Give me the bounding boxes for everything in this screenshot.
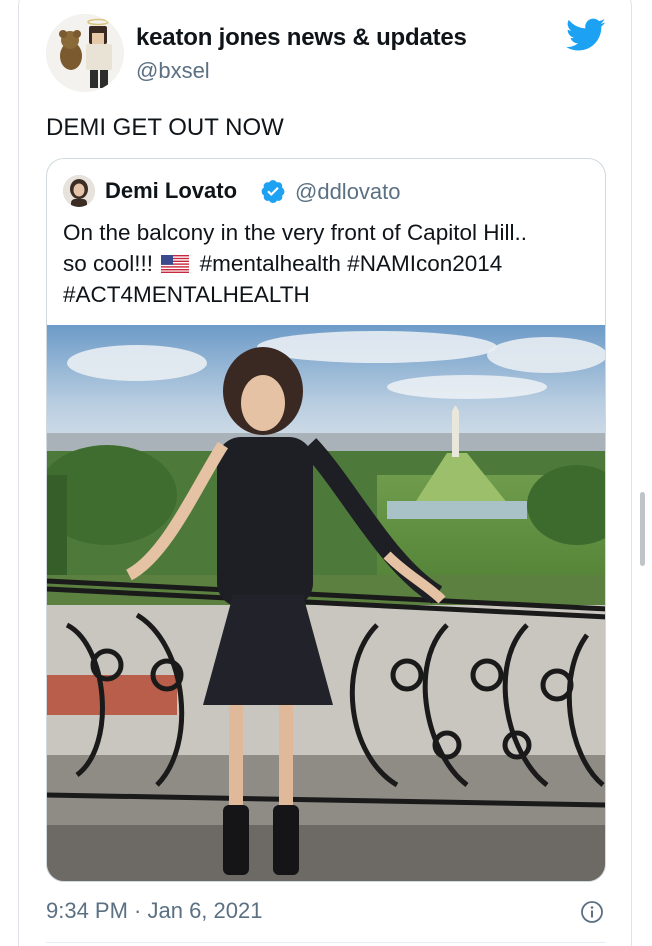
quoted-text-line-2-start: so cool!!! xyxy=(63,251,154,276)
quoted-handle[interactable]: @ddlovato xyxy=(295,179,401,205)
quoted-text-line-1: On the balcony in the very front of Capi… xyxy=(63,220,527,245)
divider xyxy=(46,942,606,943)
verified-badge-icon xyxy=(261,180,285,204)
quoted-tweet-text: On the balcony in the very front of Capi… xyxy=(63,217,593,310)
us-flag-icon xyxy=(161,255,190,273)
quoted-display-name[interactable]: Demi Lovato xyxy=(105,178,237,204)
quoted-text-line-3[interactable]: #ACT4MENTALHEALTH xyxy=(63,279,593,310)
quoted-tweet-photo[interactable] xyxy=(47,325,606,882)
quoted-avatar-image xyxy=(63,175,95,207)
quoted-tweet[interactable]: Demi Lovato @ddlovato On the balcony in … xyxy=(46,158,606,882)
user-handle[interactable]: @bxsel xyxy=(136,58,210,84)
quoted-text-line-2: so cool!!! #mentalhealth #NAMIcon2014 xyxy=(63,248,593,279)
display-name[interactable]: keaton jones news & updates xyxy=(136,24,467,52)
info-icon[interactable] xyxy=(580,900,604,924)
tweet-timestamp[interactable]: 9:34 PM · Jan 6, 2021 xyxy=(46,898,262,924)
quoted-hashtags[interactable]: #mentalhealth #NAMIcon2014 xyxy=(200,251,503,276)
quoted-avatar[interactable] xyxy=(63,175,95,207)
tweet-text: DEMI GET OUT NOW xyxy=(46,114,284,141)
user-avatar[interactable] xyxy=(46,14,124,92)
avatar-image xyxy=(46,14,124,92)
scrollbar[interactable] xyxy=(640,492,645,566)
twitter-bird-icon[interactable] xyxy=(566,18,606,52)
